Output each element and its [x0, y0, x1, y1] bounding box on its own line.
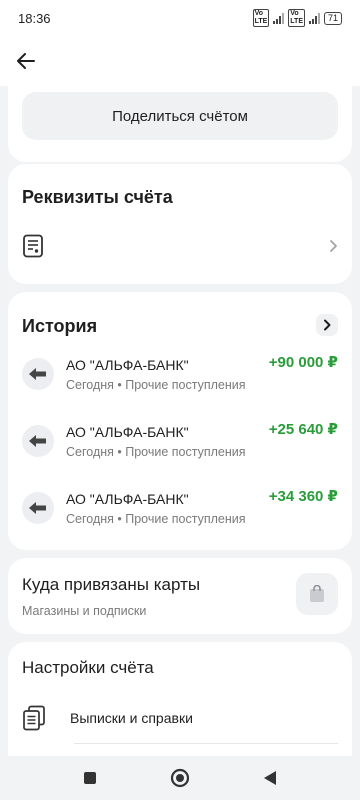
requisites-title: Реквизиты счёта: [22, 187, 173, 207]
transaction-subtitle: Сегодня • Прочие поступления: [66, 511, 246, 526]
transaction-amount: +90 000 ₽: [268, 354, 338, 371]
status-bar: 18:36 Vo LTE Vo LTE 71: [0, 0, 360, 36]
settings-title: Настройки счёта: [22, 658, 154, 677]
transaction-name: АО "АЛЬФА-БАНК": [66, 490, 189, 507]
transaction-row[interactable]: АО "АЛЬФА-БАНК" Сегодня • Прочие поступл…: [22, 350, 338, 398]
documents-stack-icon: [23, 705, 45, 731]
signal-icon: [273, 12, 285, 24]
home-button[interactable]: [168, 766, 192, 790]
linked-cards-subtitle: Магазины и подписки: [22, 604, 147, 618]
recents-button[interactable]: [78, 766, 102, 790]
volte-icon-2: Vo LTE: [288, 9, 305, 27]
transaction-subtitle: Сегодня • Прочие поступления: [66, 377, 246, 392]
triangle-back-icon: [264, 771, 276, 785]
share-account-button[interactable]: Поделиться счётом: [22, 92, 338, 140]
transaction-amount: +34 360 ₽: [268, 488, 338, 505]
shopping-bag-icon: [296, 573, 338, 615]
incoming-arrow-icon: [22, 358, 54, 390]
volte-icon: Vo LTE: [252, 9, 270, 27]
history-more-button[interactable]: [316, 314, 338, 336]
transaction-row[interactable]: АО "АЛЬФА-БАНК" Сегодня • Прочие поступл…: [22, 417, 338, 465]
transaction-name: АО "АЛЬФА-БАНК": [66, 423, 189, 440]
share-card: Поделиться счётом: [8, 74, 352, 162]
requisites-card: Реквизиты счёта: [8, 164, 352, 284]
history-card: История АО "АЛЬФА-БАНК" Сегодня • Прочие…: [8, 292, 352, 550]
statements-label: Выписки и справки: [70, 710, 193, 726]
linked-cards-card[interactable]: Куда привязаны карты Магазины и подписки: [8, 558, 352, 634]
chevron-right-icon: [330, 240, 337, 252]
linked-cards-title: Куда привязаны карты: [22, 575, 201, 594]
battery-icon: 71: [323, 11, 342, 25]
back-button[interactable]: [14, 49, 38, 73]
square-icon: [84, 772, 96, 784]
system-nav-bar: [0, 756, 360, 800]
chevron-right-icon: [324, 319, 331, 331]
transaction-subtitle: Сегодня • Прочие поступления: [66, 444, 246, 459]
account-settings-card: Настройки счёта Выписки и справки: [8, 642, 352, 762]
divider: [74, 743, 338, 744]
incoming-arrow-icon: [22, 425, 54, 457]
back-nav-button[interactable]: [258, 766, 282, 790]
incoming-arrow-icon: [22, 492, 54, 524]
requisites-row[interactable]: [22, 228, 338, 264]
transaction-name: АО "АЛЬФА-БАНК": [66, 356, 189, 373]
circle-icon: [170, 768, 190, 788]
status-icons: Vo LTE Vo LTE 71: [252, 9, 342, 27]
signal-icon-2: [308, 12, 320, 24]
statements-row[interactable]: Выписки и справки: [22, 698, 338, 738]
status-time: 18:36: [18, 10, 51, 26]
document-icon: [23, 234, 43, 258]
transaction-row[interactable]: АО "АЛЬФА-БАНК" Сегодня • Прочие поступл…: [22, 484, 338, 532]
history-title: История: [22, 316, 98, 336]
arrow-left-icon: [17, 53, 35, 69]
transaction-amount: +25 640 ₽: [268, 421, 338, 438]
